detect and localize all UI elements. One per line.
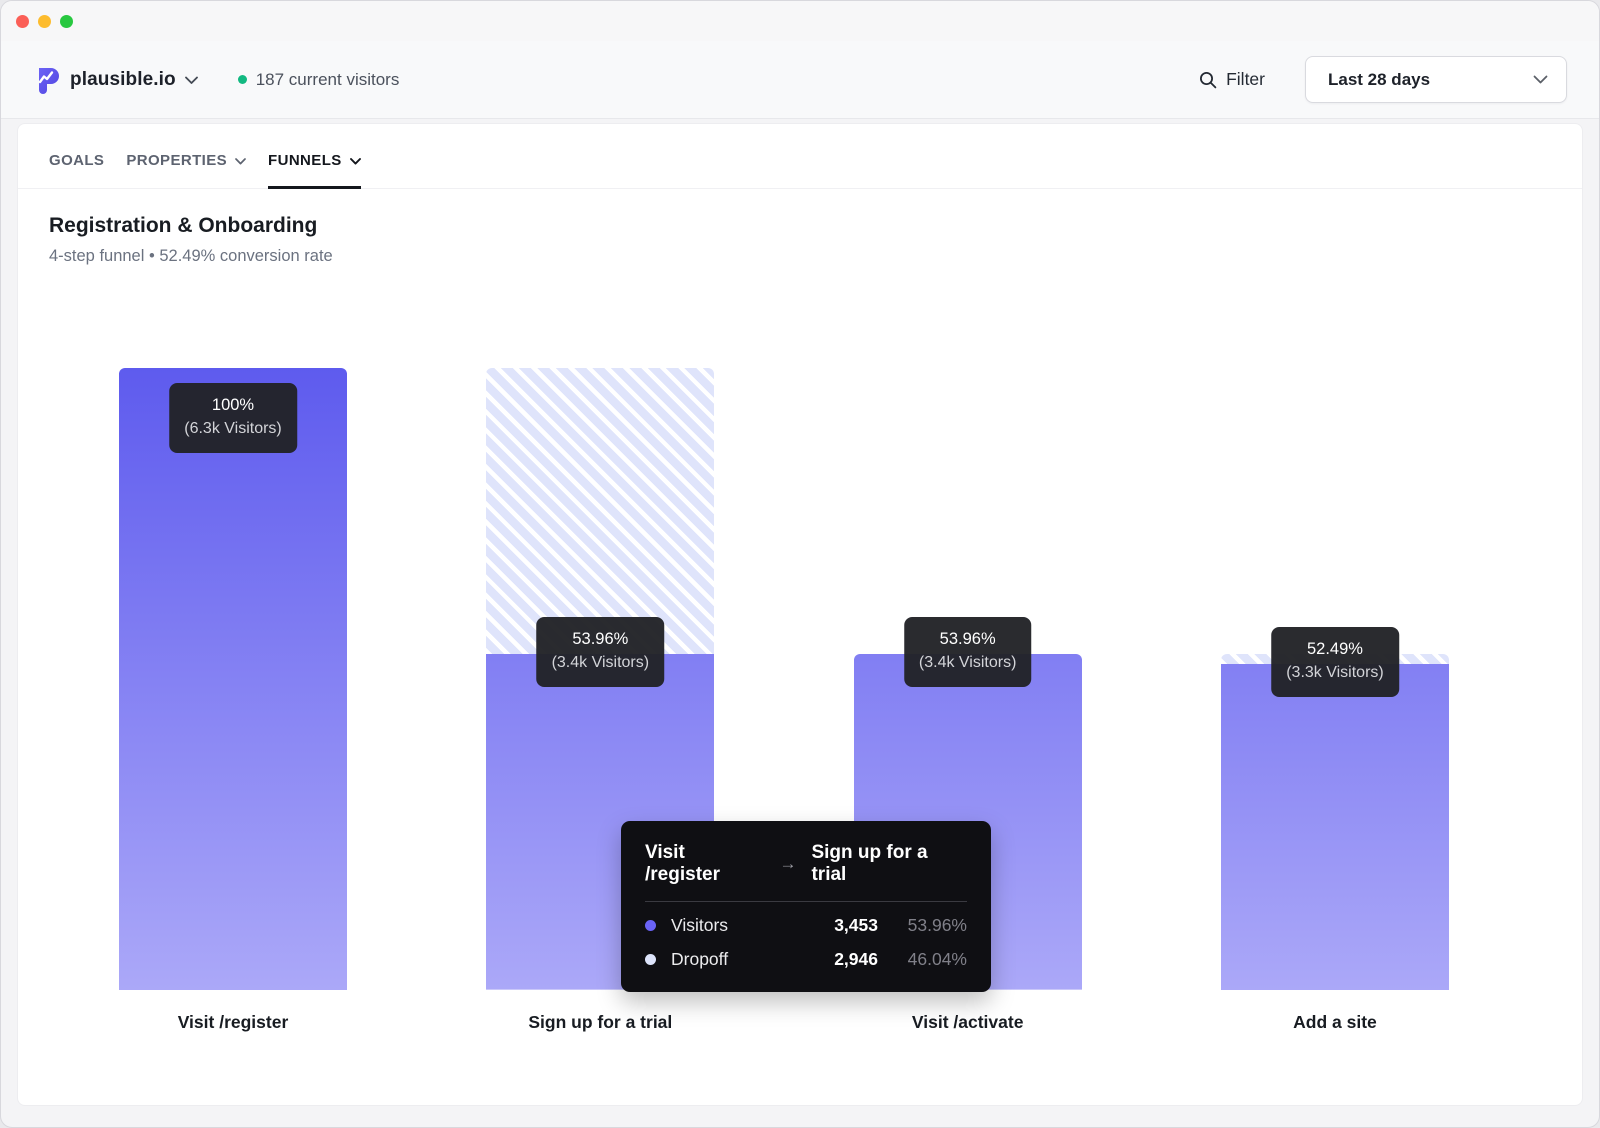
tooltip-from-step: Visit /register xyxy=(645,842,764,886)
filter-button[interactable]: Filter xyxy=(1199,69,1265,90)
zoom-window-button[interactable] xyxy=(60,15,73,28)
tooltip-divider xyxy=(645,901,967,902)
series-dot-icon xyxy=(645,920,656,931)
tooltip-row-percent: 53.96% xyxy=(891,915,967,936)
tooltip-row-label: Dropoff xyxy=(671,949,821,970)
chevron-down-icon xyxy=(235,158,246,165)
funnel-hover-tooltip: Visit /register → Sign up for a trial Vi… xyxy=(621,821,991,992)
date-range-select[interactable]: Last 28 days xyxy=(1305,56,1567,103)
step-name-label: Visit /register xyxy=(119,1012,347,1033)
step-visitors: (3.4k Visitors) xyxy=(919,651,1017,674)
site-name: plausible.io xyxy=(70,69,176,91)
funnel-step-column[interactable]: 100%(6.3k Visitors) Visit /register xyxy=(119,368,347,1033)
tab-funnels[interactable]: FUNNELS xyxy=(268,152,361,189)
tabs-row: GOALS PROPERTIES FUNNELS xyxy=(18,124,1582,189)
step-visitors: (6.3k Visitors) xyxy=(184,417,282,440)
arrow-right-icon: → xyxy=(779,854,796,874)
step-name-label: Sign up for a trial xyxy=(486,1012,714,1033)
app-window: plausible.io 187 current visitors Filter… xyxy=(0,0,1600,1128)
step-name-label: Visit /activate xyxy=(854,1012,1082,1033)
tooltip-row-percent: 46.04% xyxy=(891,949,967,970)
tab-properties-label: PROPERTIES xyxy=(126,152,227,169)
chevron-down-icon xyxy=(185,76,198,84)
site-switcher[interactable]: plausible.io xyxy=(33,66,198,94)
funnel-step-column[interactable]: 52.49%(3.3k Visitors) Add a site xyxy=(1221,368,1449,1033)
tooltip-row: Visitors 3,453 53.96% xyxy=(645,915,967,936)
plausible-logo-icon xyxy=(33,66,61,94)
tooltip-row-value: 2,946 xyxy=(834,949,878,970)
tab-properties[interactable]: PROPERTIES xyxy=(126,152,246,189)
step-value-badge: 100%(6.3k Visitors) xyxy=(169,383,297,453)
step-visitors: (3.3k Visitors) xyxy=(1286,661,1384,684)
tooltip-to-step: Sign up for a trial xyxy=(811,842,967,886)
titlebar xyxy=(1,1,1599,41)
tab-goals-label: GOALS xyxy=(49,152,104,169)
step-name-label: Add a site xyxy=(1221,1012,1449,1033)
funnel-step-plot: 100%(6.3k Visitors) xyxy=(119,368,347,990)
tooltip-row: Dropoff 2,946 46.04% xyxy=(645,949,967,970)
search-icon xyxy=(1199,71,1217,89)
main-area: GOALS PROPERTIES FUNNELS Registration & … xyxy=(1,119,1599,1127)
tooltip-rows: Visitors 3,453 53.96% Dropoff 2,946 46.04% xyxy=(645,915,967,970)
tab-goals[interactable]: GOALS xyxy=(49,152,104,189)
tooltip-row-label: Visitors xyxy=(671,915,821,936)
date-range-value: Last 28 days xyxy=(1328,70,1430,90)
tooltip-header: Visit /register → Sign up for a trial xyxy=(645,842,967,886)
step-percentage: 100% xyxy=(184,394,282,417)
dropoff-hatch-bar xyxy=(486,368,714,654)
step-percentage: 52.49% xyxy=(1286,638,1384,661)
visitors-bar xyxy=(1221,664,1449,990)
funnel-chart: 100%(6.3k Visitors) Visit /register 53.96%… xyxy=(18,368,1582,1033)
tab-funnels-label: FUNNELS xyxy=(268,152,342,169)
funnel-step-plot: 52.49%(3.3k Visitors) xyxy=(1221,368,1449,990)
step-value-badge: 53.96%(3.4k Visitors) xyxy=(537,617,665,687)
visitors-bar xyxy=(119,368,347,990)
tooltip-row-value: 3,453 xyxy=(834,915,878,936)
close-window-button[interactable] xyxy=(16,15,29,28)
funnel-card: GOALS PROPERTIES FUNNELS Registration & … xyxy=(17,123,1583,1106)
current-visitors-label: 187 current visitors xyxy=(256,70,400,90)
current-visitors[interactable]: 187 current visitors xyxy=(238,70,400,90)
minimize-window-button[interactable] xyxy=(38,15,51,28)
step-visitors: (3.4k Visitors) xyxy=(552,651,650,674)
filter-label: Filter xyxy=(1226,69,1265,90)
funnel-title: Registration & Onboarding xyxy=(49,214,1551,238)
funnel-subtitle: 4-step funnel • 52.49% conversion rate xyxy=(49,247,1551,266)
step-value-badge: 52.49%(3.3k Visitors) xyxy=(1271,627,1399,697)
step-percentage: 53.96% xyxy=(919,628,1017,651)
series-dot-icon xyxy=(645,954,656,965)
chevron-down-icon xyxy=(350,158,361,165)
funnel-header: Registration & Onboarding 4-step funnel … xyxy=(18,189,1582,266)
step-percentage: 53.96% xyxy=(552,628,650,651)
live-dot-icon xyxy=(238,75,247,84)
app-header: plausible.io 187 current visitors Filter… xyxy=(1,41,1599,119)
step-value-badge: 53.96%(3.4k Visitors) xyxy=(904,617,1032,687)
chevron-down-icon xyxy=(1533,75,1548,84)
